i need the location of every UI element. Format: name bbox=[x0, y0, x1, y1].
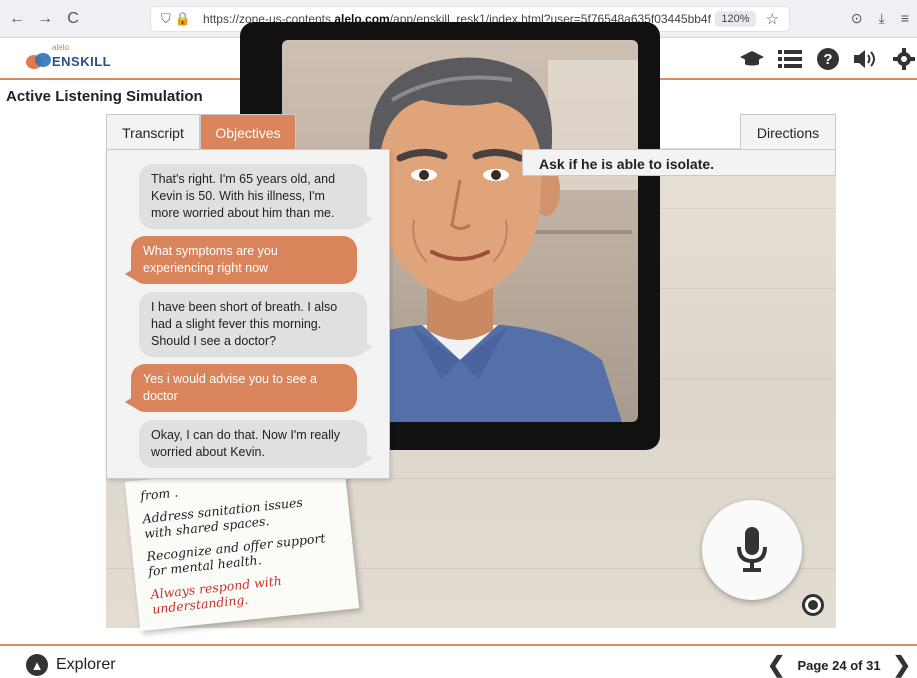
tab-directions[interactable]: Directions bbox=[740, 114, 836, 150]
panel-tabs: Transcript Objectives bbox=[106, 114, 296, 150]
pocket-icon[interactable]: ⊙ bbox=[851, 10, 863, 27]
npc-message: Okay, I can do that. Now I'm really worr… bbox=[139, 420, 373, 468]
tips-sticky-note: from . Address sanitation issues with sh… bbox=[124, 458, 360, 632]
speaker-icon[interactable] bbox=[853, 46, 879, 72]
page-title: Active Listening Simulation bbox=[6, 88, 203, 105]
list-icon[interactable] bbox=[777, 46, 803, 72]
help-icon[interactable]: ? bbox=[815, 46, 841, 72]
microphone-icon bbox=[737, 527, 767, 572]
pagination: ❮ Page 24 of 31 ❯ bbox=[767, 652, 911, 678]
shield-lock-icon: ⛉🔒 bbox=[161, 11, 195, 26]
user-message: Yes i would advise you to see a doctor bbox=[125, 364, 357, 412]
zoom-level[interactable]: 120% bbox=[715, 11, 756, 27]
bookmark-star-icon[interactable]: ☆ bbox=[766, 10, 779, 28]
microphone-button[interactable] bbox=[702, 500, 802, 600]
directions-text: Ask if he is able to isolate. bbox=[522, 149, 836, 176]
transcript-panel[interactable]: That's right. I'm 65 years old, and Kevi… bbox=[106, 149, 390, 479]
graduation-cap-icon[interactable] bbox=[739, 46, 765, 72]
npc-message: I have been short of breath. I also had … bbox=[139, 292, 373, 357]
up-arrow-icon: ▲ bbox=[26, 654, 48, 676]
back-icon[interactable]: ← bbox=[6, 8, 28, 30]
tab-transcript[interactable]: Transcript bbox=[106, 114, 200, 150]
footer-bar: ▲ Explorer ❮ Page 24 of 31 ❯ bbox=[0, 644, 917, 678]
gear-icon[interactable] bbox=[891, 46, 917, 72]
next-page-icon[interactable]: ❯ bbox=[893, 652, 911, 678]
page-indicator: Page 24 of 31 bbox=[797, 657, 881, 673]
npc-message: That's right. I'm 65 years old, and Kevi… bbox=[139, 164, 373, 229]
explorer-button[interactable]: ▲ Explorer bbox=[26, 654, 116, 676]
explorer-label: Explorer bbox=[56, 656, 116, 673]
user-message: What symptoms are you experiencing right… bbox=[125, 236, 357, 284]
record-indicator-icon[interactable] bbox=[802, 594, 824, 616]
tab-objectives[interactable]: Objectives bbox=[200, 114, 296, 150]
app-menu-icon[interactable]: ≡ bbox=[901, 10, 909, 27]
reload-icon[interactable]: C bbox=[62, 8, 84, 30]
download-icon[interactable]: ⤓ bbox=[879, 10, 885, 27]
previous-page-icon[interactable]: ❮ bbox=[767, 652, 785, 678]
forward-icon[interactable]: → bbox=[34, 8, 56, 30]
